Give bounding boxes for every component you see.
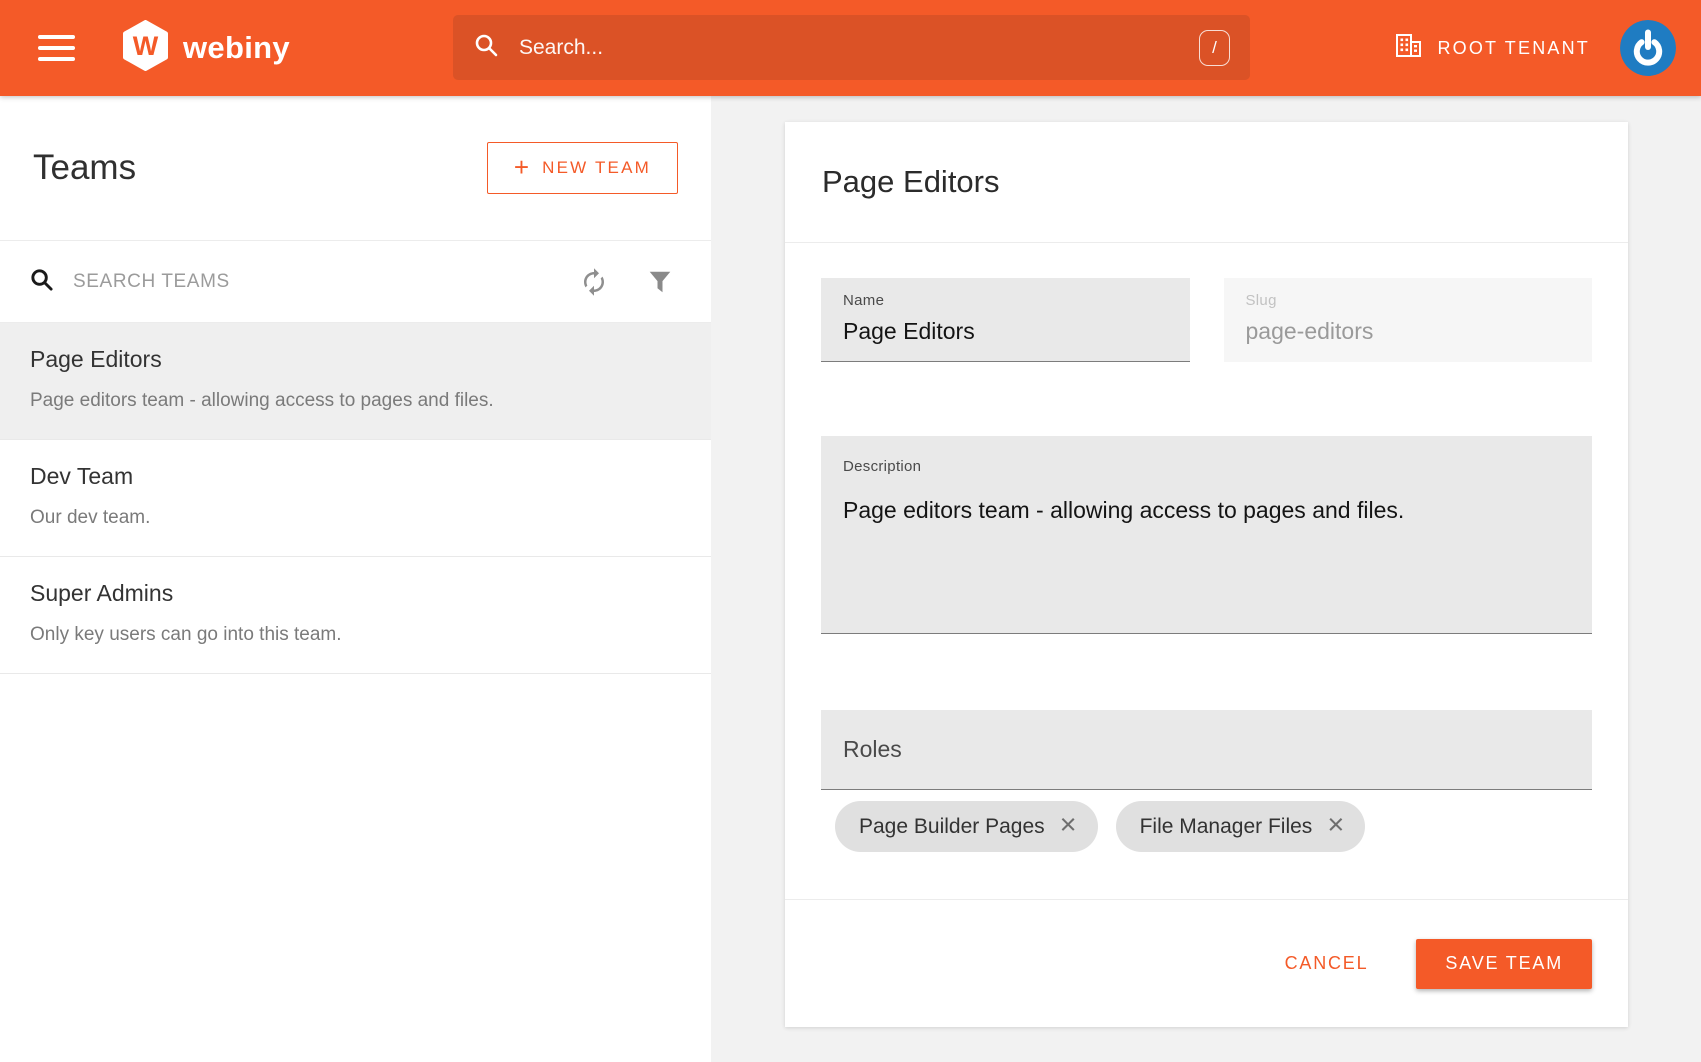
team-form: Name Page Editors Slug page-editors Desc…: [785, 278, 1628, 852]
user-avatar[interactable]: [1620, 20, 1676, 76]
brand[interactable]: W webiny: [122, 20, 290, 76]
search-icon: [29, 267, 54, 297]
form-actions: CANCEL SAVE TEAM: [785, 899, 1628, 1027]
team-list-item-page-editors[interactable]: Page Editors Page editors team - allowin…: [0, 323, 711, 440]
teams-search-row: [0, 241, 711, 323]
cancel-button[interactable]: CANCEL: [1279, 943, 1375, 984]
team-name: Super Admins: [30, 580, 681, 607]
slash-key-hint: /: [1199, 30, 1230, 66]
page-title: Teams: [33, 148, 136, 188]
description-field[interactable]: Description Page editors team - allowing…: [821, 436, 1592, 634]
description-field-value: Page editors team - allowing access to p…: [843, 497, 1570, 524]
svg-text:W: W: [133, 31, 159, 61]
team-description: Our dev team.: [30, 507, 681, 529]
role-chip-page-builder-pages: Page Builder Pages ×: [835, 801, 1098, 852]
chip-close-icon[interactable]: ×: [1327, 811, 1344, 840]
chip-label: File Manager Files: [1140, 815, 1313, 839]
name-field-label: Name: [843, 292, 1168, 309]
new-team-button[interactable]: + NEW TEAM: [487, 142, 678, 194]
name-field[interactable]: Name Page Editors: [821, 278, 1190, 362]
search-icon: [473, 32, 499, 63]
teams-search-input[interactable]: [73, 271, 572, 293]
teams-list-panel: Teams + NEW TEAM Page Editors Page edito…: [0, 96, 711, 1062]
name-field-value: Page Editors: [843, 318, 1168, 345]
slug-field: Slug page-editors: [1224, 278, 1593, 362]
tenant-label: ROOT TENANT: [1437, 38, 1590, 59]
team-details-card: Page Editors Name Page Editors Slug page…: [785, 122, 1628, 1027]
filter-icon[interactable]: [638, 260, 682, 304]
global-search-input[interactable]: [519, 36, 1199, 60]
team-details-header: Page Editors: [785, 122, 1628, 243]
chip-label: Page Builder Pages: [859, 815, 1045, 839]
roles-field[interactable]: Roles: [821, 710, 1592, 790]
description-field-label: Description: [843, 458, 1570, 475]
building-icon: [1395, 33, 1422, 63]
app-header: W webiny /: [0, 0, 1701, 96]
team-list-item-super-admins[interactable]: Super Admins Only key users can go into …: [0, 557, 711, 674]
team-name: Page Editors: [30, 346, 681, 373]
webiny-logo-icon: W: [122, 20, 169, 76]
roles-field-label: Roles: [843, 736, 902, 763]
role-chip-file-manager-files: File Manager Files ×: [1116, 801, 1366, 852]
chip-close-icon[interactable]: ×: [1060, 811, 1077, 840]
plus-icon: +: [514, 154, 529, 180]
team-description: Only key users can go into this team.: [30, 624, 681, 646]
header-right: ROOT TENANT: [1395, 0, 1676, 96]
team-details-title: Page Editors: [822, 164, 1000, 200]
team-list-item-dev-team[interactable]: Dev Team Our dev team.: [0, 440, 711, 557]
slug-field-label: Slug: [1246, 292, 1571, 309]
teams-header: Teams + NEW TEAM: [0, 96, 711, 241]
global-search-bar[interactable]: /: [453, 15, 1250, 80]
team-description: Page editors team - allowing access to p…: [30, 390, 681, 412]
menu-icon[interactable]: [38, 35, 75, 61]
save-team-button[interactable]: SAVE TEAM: [1416, 939, 1592, 989]
slug-field-value: page-editors: [1246, 318, 1571, 345]
tenant-selector[interactable]: ROOT TENANT: [1395, 33, 1590, 63]
roles-chips: Page Builder Pages × File Manager Files …: [821, 801, 1592, 852]
team-name: Dev Team: [30, 463, 681, 490]
brand-name: webiny: [183, 30, 290, 66]
refresh-icon[interactable]: [572, 260, 616, 304]
